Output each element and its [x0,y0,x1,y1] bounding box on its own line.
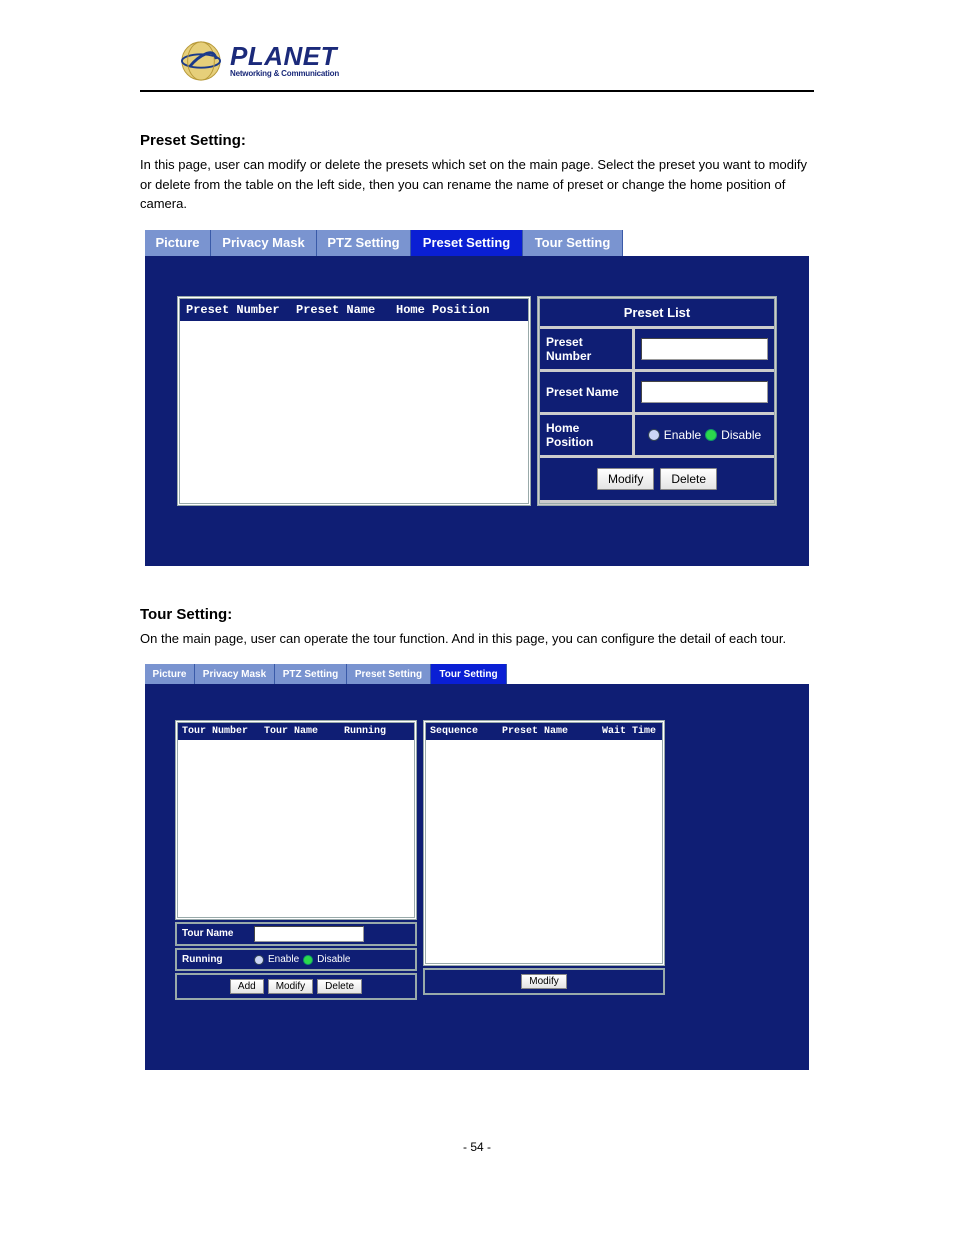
tab2-tour-setting[interactable]: Tour Setting [431,664,507,684]
header-divider [140,90,814,92]
preset-name-label: Preset Name [540,372,632,412]
logo-tagline: Networking & Communication [230,69,339,78]
logo-brand-text: PLANET [230,44,339,69]
brand-logo: PLANET Networking & Communication [180,40,814,82]
running-enable-radio[interactable] [254,955,264,965]
delete-button-2[interactable]: Delete [317,979,362,994]
modify-button[interactable]: Modify [597,468,654,490]
col-home-position: Home Position [396,303,522,317]
running-disable-radio[interactable] [303,955,313,965]
modify-button-3[interactable]: Modify [521,974,566,989]
tour-setting-screenshot: Picture Privacy Mask PTZ Setting Preset … [145,664,809,1070]
preset-name-input[interactable] [641,381,768,403]
col-preset-name-r: Preset Name [502,726,602,737]
delete-button[interactable]: Delete [660,468,717,490]
tab-ptz-setting[interactable]: PTZ Setting [317,230,411,256]
tab-bar: Picture Privacy Mask PTZ Setting Preset … [145,230,809,256]
tab2-ptz-setting[interactable]: PTZ Setting [275,664,347,684]
home-disable-radio[interactable] [705,429,717,441]
tab-tour-setting[interactable]: Tour Setting [523,230,623,256]
tab2-privacy-mask[interactable]: Privacy Mask [195,664,275,684]
preset-section-desc: In this page, user can modify or delete … [140,155,814,214]
home-position-label: Home Position [540,415,632,455]
col-sequence: Sequence [430,726,502,737]
col-tour-name: Tour Name [264,726,344,737]
preset-number-label: Preset Number [540,329,632,369]
tab-preset-setting[interactable]: Preset Setting [411,230,523,256]
tour-name-input[interactable] [254,926,364,942]
planet-globe-icon [180,40,222,82]
preset-number-input[interactable] [641,338,768,360]
tour-name-label: Tour Name [177,924,247,944]
page-number: - 54 - [140,1140,814,1154]
tab2-picture[interactable]: Picture [145,664,195,684]
home-enable-radio[interactable] [648,429,660,441]
running-disable-text: Disable [317,954,350,965]
running-label: Running [177,950,247,969]
col-wait-time: Wait Time [602,726,658,737]
tab-picture[interactable]: Picture [145,230,211,256]
tour-section-desc: On the main page, user can operate the t… [140,629,814,649]
preset-list-header: Preset List [540,299,774,326]
col-preset-number: Preset Number [186,303,296,317]
preset-setting-screenshot: Picture Privacy Mask PTZ Setting Preset … [145,230,809,566]
modify-button-2[interactable]: Modify [268,979,313,994]
col-preset-name: Preset Name [296,303,396,317]
tab-privacy-mask[interactable]: Privacy Mask [211,230,317,256]
preset-list-panel: Preset List Preset Number Preset Name Ho… [537,296,777,506]
tab-bar-2: Picture Privacy Mask PTZ Setting Preset … [145,664,809,684]
home-disable-text: Disable [721,428,761,442]
running-enable-text: Enable [268,954,299,965]
home-enable-text: Enable [664,428,701,442]
preset-section-title: Preset Setting: [140,132,814,149]
col-running: Running [344,726,410,737]
preset-data-table[interactable]: Preset Number Preset Name Home Position [177,296,531,506]
tour-data-table[interactable]: Tour Number Tour Name Running [175,720,417,920]
tab2-preset-setting[interactable]: Preset Setting [347,664,431,684]
sequence-table[interactable]: Sequence Preset Name Wait Time [423,720,665,966]
col-tour-number: Tour Number [182,726,264,737]
add-button[interactable]: Add [230,979,264,994]
tour-section-title: Tour Setting: [140,606,814,623]
